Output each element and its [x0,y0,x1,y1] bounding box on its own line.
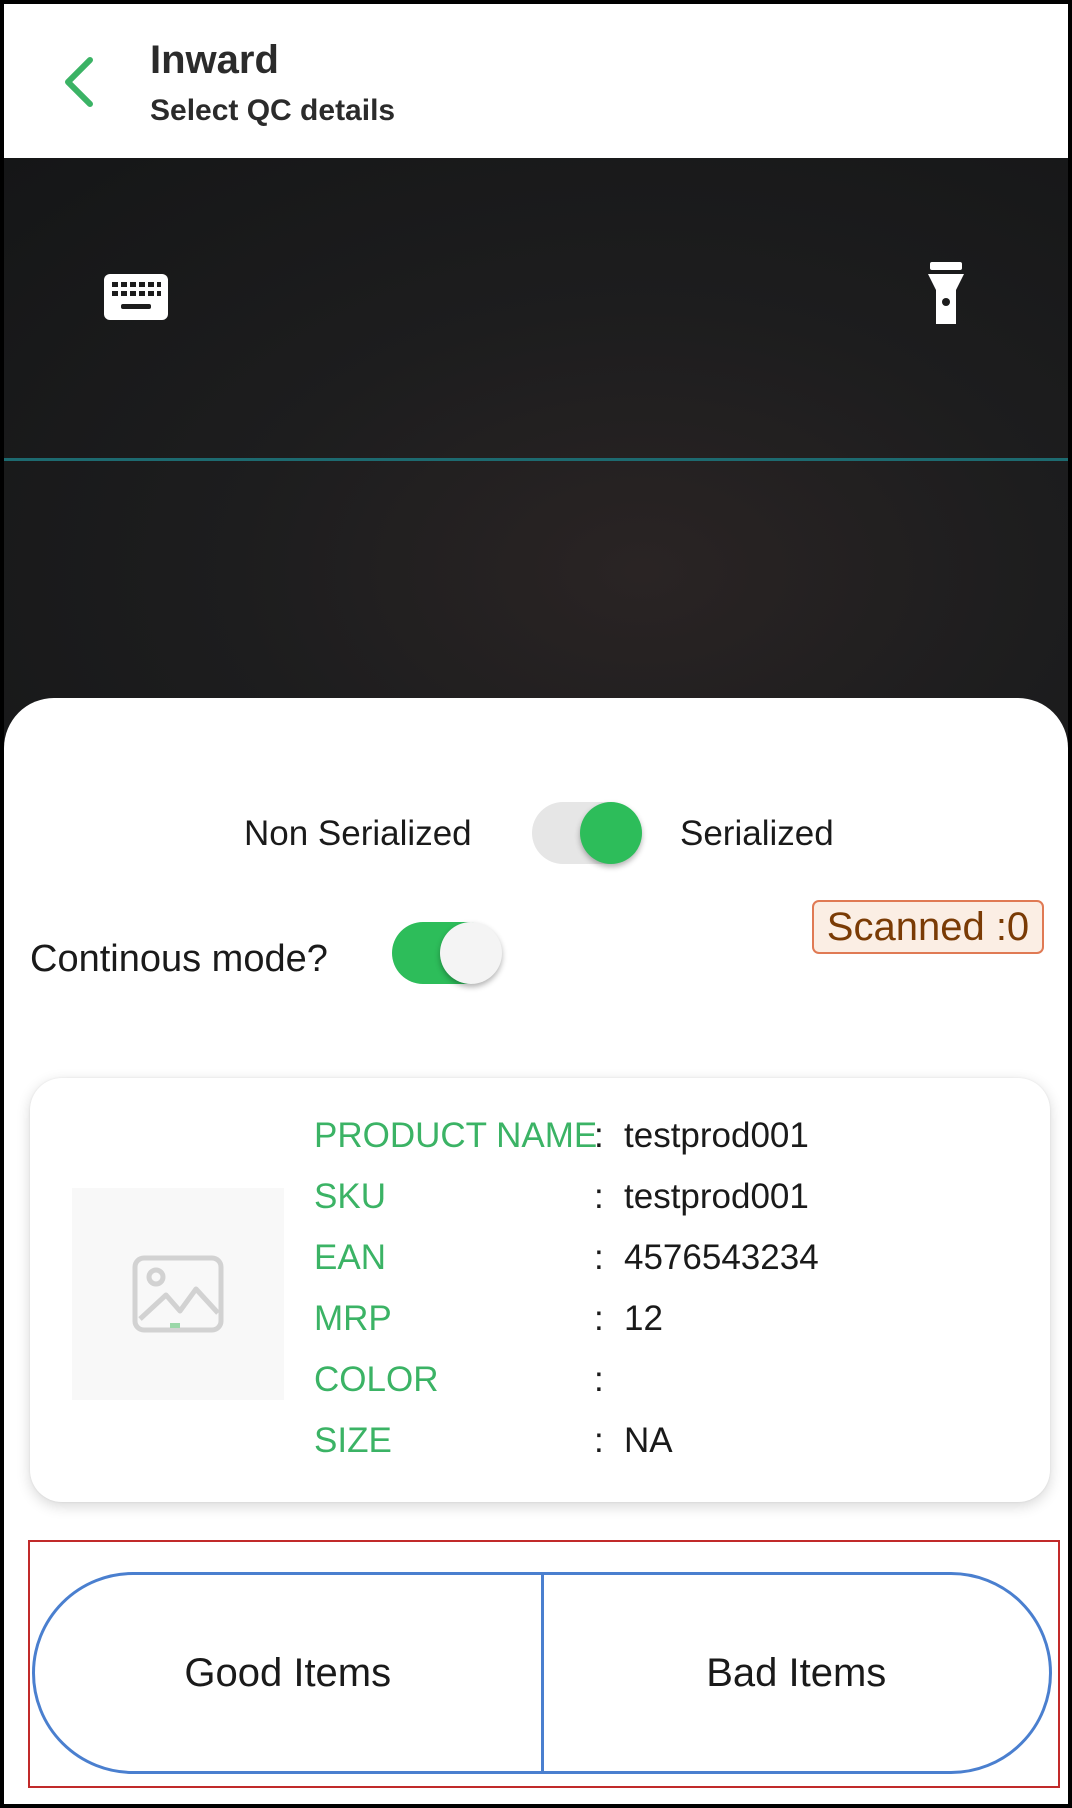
field-label: PRODUCT NAME [314,1116,598,1155]
flashlight-button[interactable] [926,262,966,326]
app-screen: Inward Select QC details Non Serialized … [4,4,1068,1804]
chevron-left-icon [65,57,93,107]
product-card: PRODUCT NAME : testprod001 SKU : testpro… [30,1078,1050,1502]
serialized-toggle[interactable] [532,802,642,864]
field-separator: : [594,1116,604,1155]
field-separator: : [594,1299,604,1338]
color-row: COLOR : [314,1360,1014,1410]
flashlight-icon [928,262,964,324]
continuous-mode-label: Continous mode? [30,938,328,980]
field-separator: : [594,1421,604,1460]
page-subtitle: Select QC details [150,94,396,127]
field-label: SKU [314,1177,386,1216]
image-placeholder-icon [132,1255,224,1333]
qc-action-buttons: Good Items Bad Items [32,1572,1052,1774]
field-value: testprod001 [624,1177,809,1216]
sku-row: SKU : testprod001 [314,1177,1014,1227]
keyboard-icon [104,274,168,320]
serialized-label: Serialized [680,814,834,853]
size-row: SIZE : NA [314,1421,1014,1471]
field-value: NA [624,1421,673,1460]
app-header: Inward Select QC details [4,4,1068,158]
field-value: 4576543234 [624,1238,819,1277]
field-separator: : [594,1360,604,1399]
field-separator: : [594,1238,604,1277]
field-label: EAN [314,1238,386,1277]
mrp-row: MRP : 12 [314,1299,1014,1349]
product-name-row: PRODUCT NAME : testprod001 [314,1116,1014,1166]
continuous-mode-toggle[interactable] [392,922,502,984]
good-items-button[interactable]: Good Items [35,1575,541,1771]
camera-preview [4,158,1068,748]
keyboard-input-button[interactable] [104,274,168,320]
field-label: COLOR [314,1360,439,1399]
field-separator: : [594,1177,604,1216]
toggle-knob [440,922,502,984]
product-image [72,1188,284,1400]
back-button[interactable] [52,52,108,112]
field-label: SIZE [314,1421,392,1460]
field-label: MRP [314,1299,392,1338]
field-value: 12 [624,1299,663,1338]
toggle-knob [580,802,642,864]
page-title: Inward [150,38,279,82]
scan-line [4,458,1068,461]
ean-row: EAN : 4576543234 [314,1238,1014,1288]
scanned-count-badge: Scanned :0 [812,900,1044,954]
field-value: testprod001 [624,1116,809,1155]
bad-items-button[interactable]: Bad Items [544,1575,1050,1771]
non-serialized-label: Non Serialized [244,814,472,853]
